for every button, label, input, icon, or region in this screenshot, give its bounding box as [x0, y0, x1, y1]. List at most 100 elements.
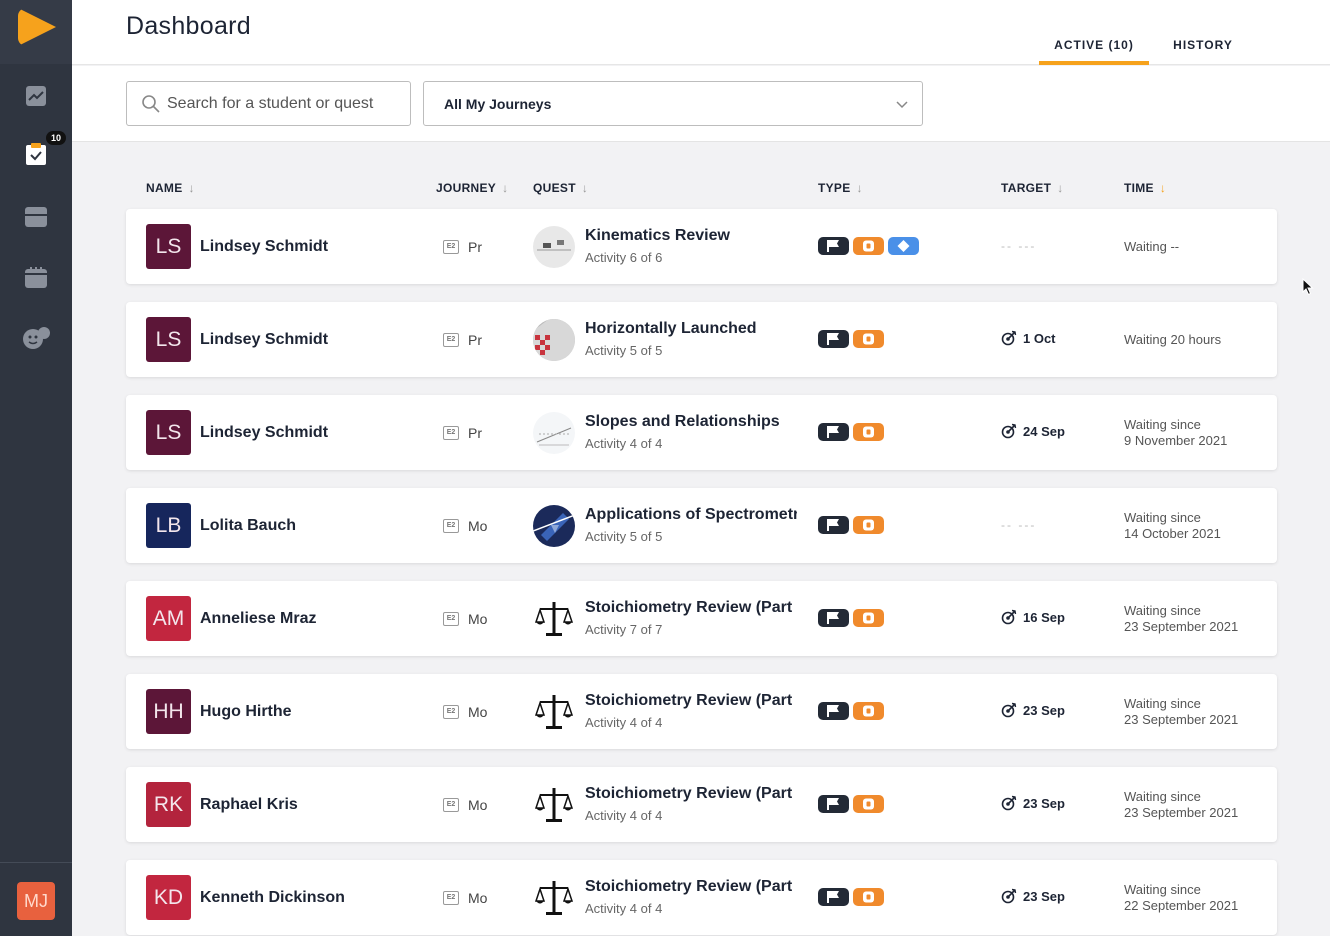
- quest-title: Horizontally Launched: [585, 320, 757, 337]
- student-name: Lindsey Schmidt: [200, 238, 329, 255]
- time-line: 23 September 2021: [1124, 619, 1239, 634]
- student-avatar: AM: [146, 596, 191, 641]
- sort-arrow-icon: ↓: [856, 181, 863, 195]
- waiting-time: Waiting since 14 October 2021: [1124, 510, 1221, 542]
- trend-chart-icon[interactable]: [24, 84, 48, 108]
- type-badges: [818, 702, 888, 720]
- table-row[interactable]: KD Kenneth Dickinson E2 Mo Stoichiometry Rev…: [126, 860, 1277, 935]
- search-icon: [142, 95, 160, 113]
- target-date: 23 Sep: [1001, 795, 1065, 811]
- quest-title: Slopes and Relationships: [585, 413, 780, 430]
- mouse-cursor-icon: [1302, 278, 1314, 296]
- journey-icon: E2: [443, 798, 459, 812]
- sidebar-divider: [0, 862, 72, 863]
- type-quest-badge: [853, 888, 884, 906]
- page-header: Dashboard ACTIVE (10) HISTORY: [72, 0, 1330, 65]
- time-line: Waiting since: [1124, 603, 1201, 618]
- time-line: Waiting since: [1124, 696, 1201, 711]
- journey-name: Pr: [468, 239, 482, 255]
- waiting-time: Waiting since 23 September 2021: [1124, 603, 1238, 635]
- table-row[interactable]: LB Lolita Bauch E2 Mo Applications of Spectr…: [126, 488, 1277, 563]
- search-box[interactable]: [126, 81, 411, 126]
- student-avatar: LB: [146, 503, 191, 548]
- type-quest-badge: [853, 237, 884, 255]
- tab-history[interactable]: HISTORY: [1162, 38, 1244, 65]
- target-icon: [1001, 702, 1017, 718]
- table-row[interactable]: LS Lindsey Schmidt E2 Pr Slopes and Relation…: [126, 395, 1277, 470]
- student-name: Anneliese Mraz: [200, 610, 317, 627]
- card-icon[interactable]: [24, 205, 48, 229]
- table-row[interactable]: RK Raphael Kris E2 Mo Stoichiometry Review (…: [126, 767, 1277, 842]
- sort-arrow-icon: ↓: [581, 181, 589, 195]
- tab-active[interactable]: ACTIVE (10): [1039, 38, 1149, 65]
- app-logo[interactable]: [0, 0, 72, 64]
- quest-thumbnail: [533, 691, 575, 733]
- student-name: Raphael Kris: [200, 796, 298, 813]
- quest-title: Kinematics Review: [585, 227, 730, 244]
- target-date: 23 Sep: [1001, 702, 1065, 718]
- user-avatar[interactable]: MJ: [17, 882, 55, 920]
- student-avatar: LS: [146, 317, 191, 362]
- student-avatar: LS: [146, 410, 191, 455]
- column-header-target[interactable]: TARGET ↓: [1001, 181, 1064, 195]
- journey-icon: E2: [443, 519, 459, 533]
- quest-thumbnail: [533, 598, 575, 640]
- faces-icon[interactable]: [22, 326, 50, 350]
- waiting-time: Waiting since 23 September 2021: [1124, 789, 1238, 821]
- journey-name: Mo: [468, 611, 488, 627]
- column-header-time[interactable]: TIME ↓: [1124, 181, 1166, 195]
- type-diamond-badge: [888, 237, 919, 255]
- student-name: Lindsey Schmidt: [200, 424, 329, 441]
- quest-activity: Activity 5 of 5: [585, 343, 663, 358]
- quest-title: Stoichiometry Review (Part ...: [585, 599, 797, 616]
- student-name: Kenneth Dickinson: [200, 889, 345, 906]
- column-header-type[interactable]: TYPE ↓: [818, 181, 863, 195]
- journey-name: Mo: [468, 797, 488, 813]
- time-line: 22 September 2021: [1124, 898, 1239, 913]
- target-empty: -- ---: [1001, 239, 1037, 253]
- target-icon: [1001, 423, 1017, 439]
- target-date: 1 Oct: [1001, 330, 1056, 346]
- type-flag-badge: [818, 237, 849, 255]
- table-row[interactable]: AM Anneliese Mraz E2 Mo Stoichiometry Review…: [126, 581, 1277, 656]
- waiting-time: Waiting since 9 November 2021: [1124, 417, 1227, 449]
- table-row[interactable]: LS Lindsey Schmidt E2 Pr Horizontally Launch…: [126, 302, 1277, 377]
- clipboard-check-icon[interactable]: [24, 142, 48, 166]
- column-header-name[interactable]: NAME ↓: [146, 181, 195, 195]
- calendar-icon[interactable]: [24, 266, 48, 290]
- quest-thumbnail: [533, 319, 575, 361]
- journey-name: Mo: [468, 704, 488, 720]
- type-badges: [818, 795, 888, 813]
- quest-title: Stoichiometry Review (Part ...: [585, 785, 797, 802]
- journey-select-value: All My Journeys: [444, 96, 552, 112]
- journey-name: Mo: [468, 518, 488, 534]
- column-header-journey[interactable]: JOURNEY ↓: [436, 181, 508, 195]
- play-logo-icon: [18, 8, 56, 46]
- journey-icon: E2: [443, 426, 459, 440]
- time-line: Waiting since: [1124, 789, 1201, 804]
- filter-bar: All My Journeys: [72, 66, 1330, 142]
- sort-arrow-icon: ↓: [502, 181, 509, 195]
- target-icon: [1001, 330, 1017, 346]
- search-input[interactable]: [167, 82, 402, 125]
- time-line: 23 September 2021: [1124, 712, 1239, 727]
- table-row[interactable]: LS Lindsey Schmidt E2 Pr Kinematics Review Ac…: [126, 209, 1277, 284]
- time-line: Waiting since: [1124, 882, 1201, 897]
- student-avatar: LS: [146, 224, 191, 269]
- journey-select[interactable]: All My Journeys: [423, 81, 923, 126]
- column-header-quest[interactable]: QUEST ↓: [533, 181, 588, 195]
- sort-arrow-active-icon: ↓: [1159, 181, 1167, 195]
- student-name: Lindsey Schmidt: [200, 331, 329, 348]
- target-icon: [1001, 888, 1017, 904]
- table-row[interactable]: HH Hugo Hirthe E2 Mo Stoichiometry Review (P…: [126, 674, 1277, 749]
- type-badges: [818, 516, 888, 534]
- journey-icon: E2: [443, 240, 459, 254]
- waiting-time: Waiting since 23 September 2021: [1124, 696, 1238, 728]
- type-flag-badge: [818, 795, 849, 813]
- type-quest-badge: [853, 702, 884, 720]
- quest-thumbnail: [533, 412, 575, 454]
- type-badges: [818, 888, 888, 906]
- waiting-time: Waiting 20 hours: [1124, 332, 1221, 348]
- student-name: Lolita Bauch: [200, 517, 297, 534]
- journey-name: Pr: [468, 332, 482, 348]
